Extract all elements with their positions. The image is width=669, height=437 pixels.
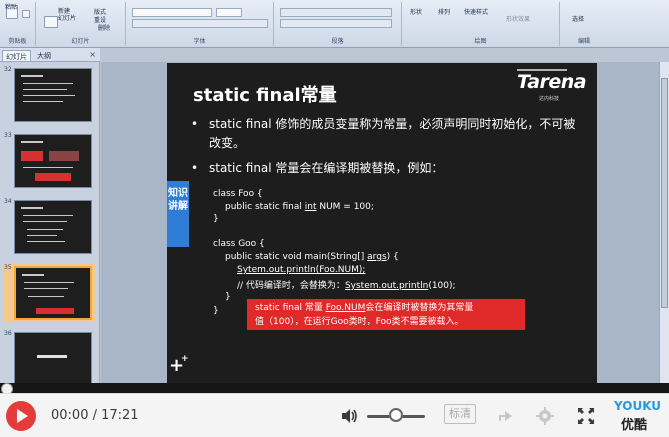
current-slide: static final常量 Tarena 达内科技 • static fina… xyxy=(167,63,597,383)
font-format-row[interactable] xyxy=(132,19,268,28)
quick-styles-button[interactable]: 快速样式 xyxy=(464,7,488,16)
ribbon-group-slides: 新建 幻灯片 版式 重设 删除 幻灯片 xyxy=(36,2,126,46)
time-display: 00:00 / 17:21 xyxy=(51,408,139,423)
bullet-dot: • xyxy=(191,117,199,131)
plus-small-icon: + xyxy=(181,354,189,364)
quality-button[interactable]: 标清 xyxy=(444,404,476,424)
code-line: public static void main(String[] args) { xyxy=(225,252,399,262)
vertical-scrollbar[interactable] xyxy=(659,62,669,383)
code-line: } xyxy=(213,306,219,316)
bullet-item: • static final 常量会在编译期被替换，例如： xyxy=(191,159,586,178)
group-label-slides: 幻灯片 xyxy=(71,38,90,45)
side-tag-knowledge: 知识讲解 xyxy=(167,181,189,247)
slide-thumbnail[interactable]: 34 xyxy=(3,198,95,256)
video-player: 粘贴 剪贴板 新建 幻灯片 版式 重设 删除 幻灯片 字体 段落 形状 排列 快… xyxy=(0,0,669,437)
group-label-clipboard: 剪贴板 xyxy=(8,38,27,45)
slide-number: 33 xyxy=(4,132,12,139)
thumbnail-image xyxy=(14,332,92,383)
slide-thumbnail[interactable]: 32 xyxy=(3,66,95,124)
code-line: class Goo { xyxy=(213,239,265,249)
slide-number: 36 xyxy=(4,330,12,337)
group-label-font: 字体 xyxy=(193,38,206,45)
thumbnail-image xyxy=(14,266,92,320)
thumbnail-image xyxy=(14,134,92,188)
video-frame[interactable]: 粘贴 剪贴板 新建 幻灯片 版式 重设 删除 幻灯片 字体 段落 形状 排列 快… xyxy=(0,0,669,383)
group-label-editing: 编辑 xyxy=(577,38,590,45)
paragraph-row-1[interactable] xyxy=(280,8,392,17)
bullet-dot: • xyxy=(191,161,199,175)
code-line: class Foo { xyxy=(213,189,263,199)
new-slide-button[interactable]: 新建 幻灯片 xyxy=(58,8,76,22)
slide-thumbnail-selected[interactable]: 35 xyxy=(3,264,95,322)
volume-handle[interactable] xyxy=(389,408,403,422)
ribbon-group-clipboard: 粘贴 剪贴板 xyxy=(0,2,36,46)
slide-number: 34 xyxy=(4,198,12,205)
callout-line: 值（100），在运行Goo类时，Foo类不需要被载入。 xyxy=(255,317,464,327)
ribbon-group-drawing: 形状 排列 快速样式 形状效果 绘图 xyxy=(402,2,560,46)
code-line: // 代码编译时，会替换为：System.out.println(100); xyxy=(237,281,456,291)
ribbon-group-editing: 选择 编辑 xyxy=(560,2,608,46)
bullet-text: static final 修饰的成员变量称为常量，必须声明同时初始化，不可被改变… xyxy=(209,117,576,150)
select-button[interactable]: 选择 xyxy=(572,14,584,23)
paste-button[interactable]: 粘贴 xyxy=(5,2,17,11)
code-line: } xyxy=(213,214,219,224)
youku-logo[interactable]: YOUKU xyxy=(614,399,661,413)
tab-outline[interactable]: 大纲 xyxy=(34,50,54,61)
scrollbar-thumb[interactable] xyxy=(661,78,668,308)
shape-effects-button[interactable]: 形状效果 xyxy=(506,14,530,23)
callout-box: static final 常量 Foo.NUM会在编译时被替换为其常量 值（10… xyxy=(247,299,525,330)
paragraph-row-2[interactable] xyxy=(280,19,392,28)
callout-line: static final 常量 Foo.NUM会在编译时被替换为其常量 xyxy=(255,303,474,313)
youku-logo-cn: 优酷 xyxy=(621,418,648,433)
settings-gear-icon[interactable] xyxy=(535,406,555,426)
thumbnail-image xyxy=(14,200,92,254)
player-controls: 00:00 / 17:21 标清 YOUKU 优酷 xyxy=(0,393,669,437)
delete-button[interactable]: 删除 xyxy=(98,23,110,32)
slide-thumbnail[interactable]: 33 xyxy=(3,132,95,190)
slide-title: static final常量 xyxy=(193,85,337,106)
tab-slides[interactable]: 幻灯片 xyxy=(2,50,31,61)
shapes-button[interactable]: 形状 xyxy=(410,7,422,16)
bullet-text: static final 常量会在编译期被替换，例如： xyxy=(209,161,444,175)
bullet-item: • static final 修饰的成员变量称为常量，必须声明同时初始化，不可被… xyxy=(191,115,586,153)
play-button[interactable] xyxy=(6,401,36,431)
tarena-logo-subtitle: 达内科技 xyxy=(539,96,560,102)
fullscreen-icon[interactable] xyxy=(576,406,596,426)
progress-bar[interactable] xyxy=(0,383,669,395)
slide-thumbnail[interactable]: 36 xyxy=(3,330,95,383)
share-icon[interactable] xyxy=(496,406,516,426)
group-label-drawing: 绘图 xyxy=(474,38,487,45)
ribbon: 粘贴 剪贴板 新建 幻灯片 版式 重设 删除 幻灯片 字体 段落 形状 排列 快… xyxy=(0,0,669,48)
code-line: Sytem.out.println(Foo.NUM); xyxy=(237,265,366,275)
thumbnail-image xyxy=(14,68,92,122)
arrange-button[interactable]: 排列 xyxy=(438,7,450,16)
close-icon[interactable]: × xyxy=(89,50,96,59)
tarena-logo: Tarena xyxy=(517,71,587,93)
format-painter-icon[interactable] xyxy=(22,10,30,18)
ribbon-group-font: 字体 xyxy=(126,2,274,46)
slide-number: 32 xyxy=(4,66,12,73)
ribbon-group-paragraph: 段落 xyxy=(274,2,402,46)
code-line: } xyxy=(225,292,231,302)
code-line: public static final int NUM = 100; xyxy=(225,202,374,212)
slide-number: 35 xyxy=(4,264,12,271)
font-name-box[interactable] xyxy=(132,8,212,17)
slide-thumbnail-pane: 32 33 34 35 36 xyxy=(0,62,100,383)
new-slide-icon[interactable] xyxy=(44,16,58,28)
group-label-paragraph: 段落 xyxy=(331,38,344,45)
slides-outline-tabs: 幻灯片 大纲 × xyxy=(0,48,100,62)
font-size-box[interactable] xyxy=(216,8,242,17)
volume-icon[interactable] xyxy=(340,407,358,425)
